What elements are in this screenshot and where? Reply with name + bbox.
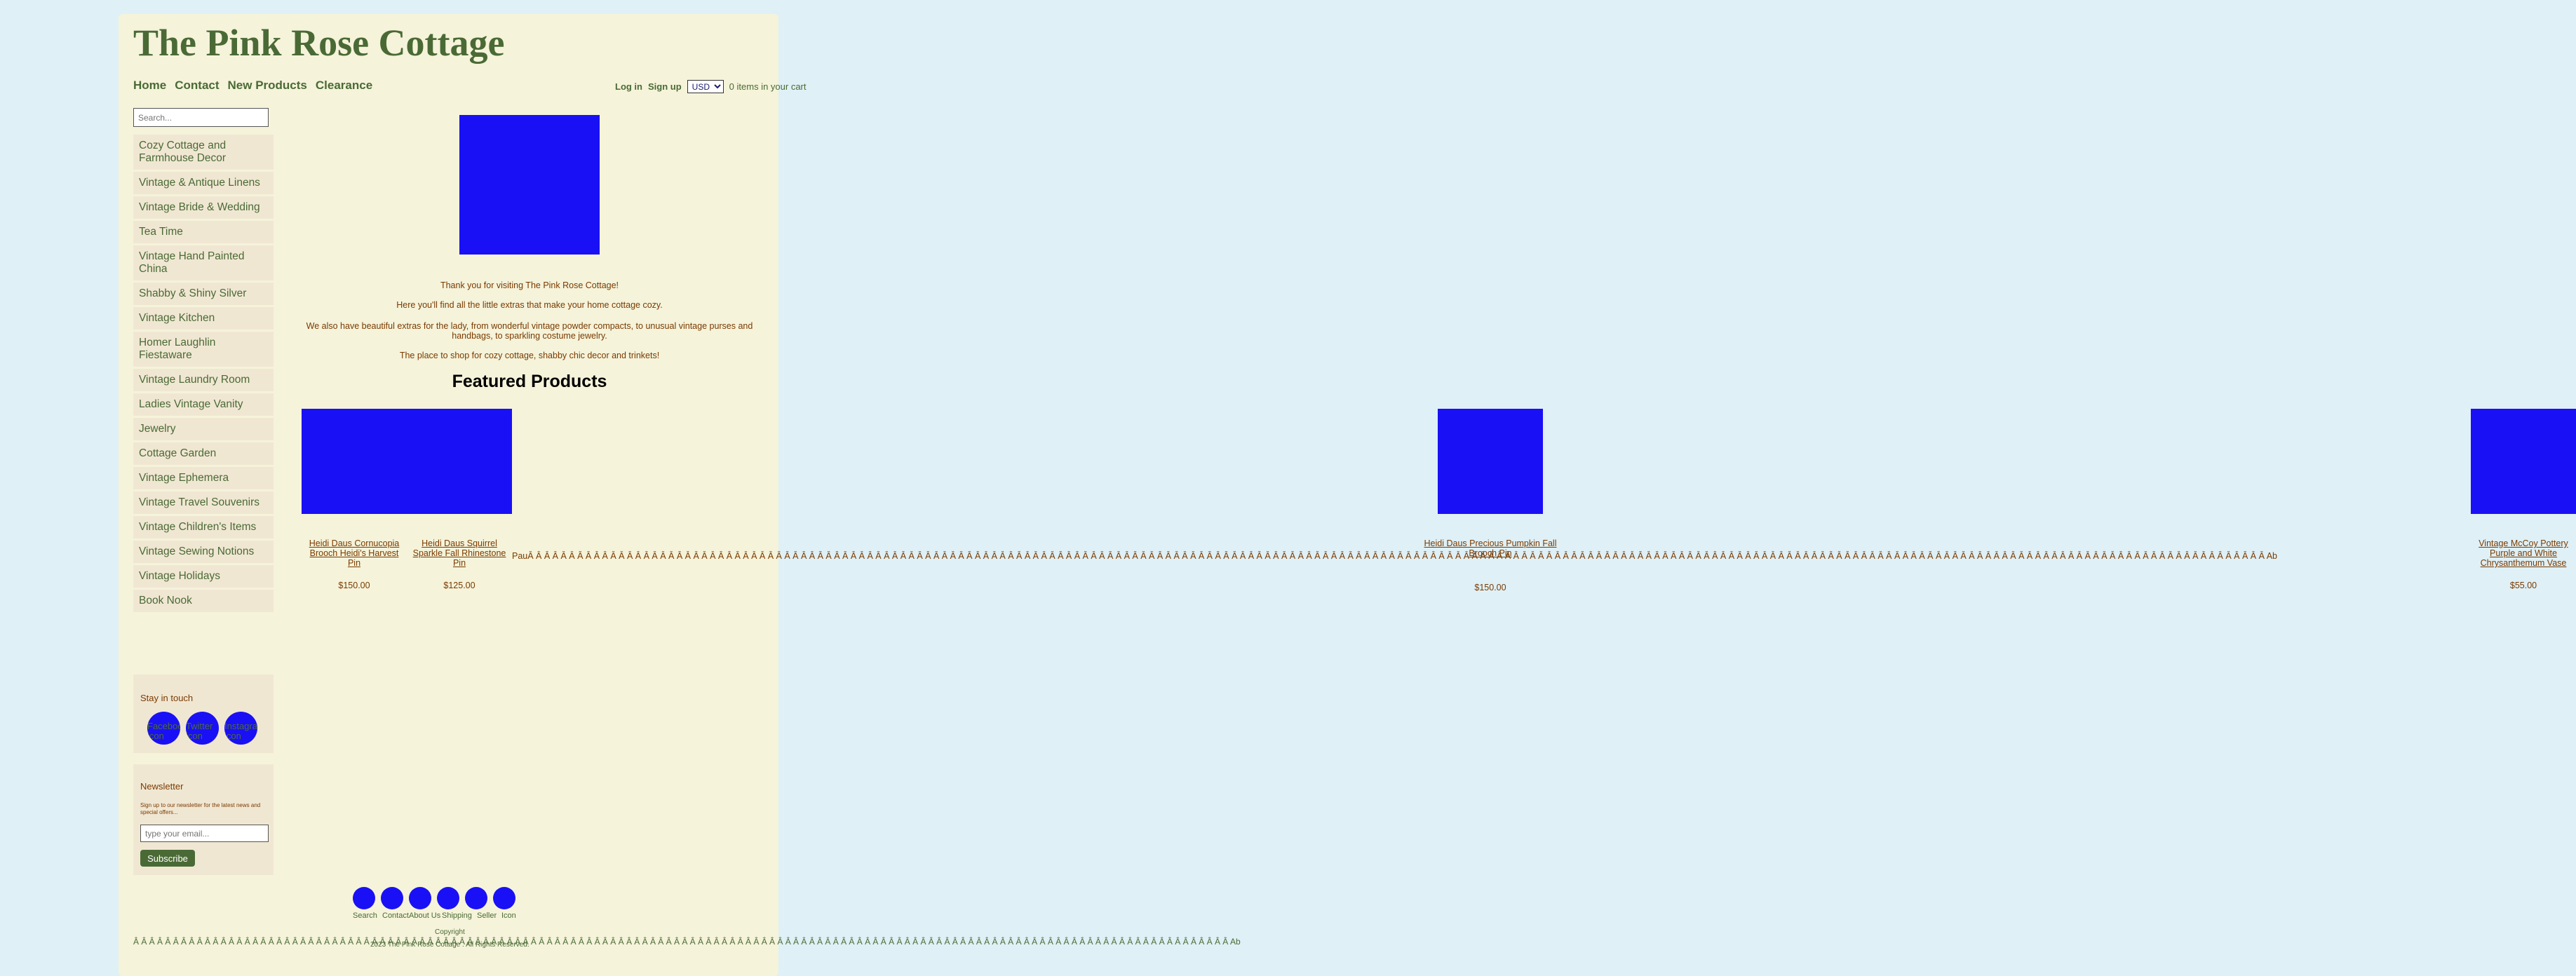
intro-line-2: Here you'll find all the little extras t… <box>396 300 663 310</box>
product-price: $150.00 <box>1474 583 1506 592</box>
category-book-nook[interactable]: Book Nook <box>133 590 274 612</box>
footer-link-label[interactable]: Icon <box>501 911 516 920</box>
newsletter: Newsletter Sign up to our newsletter for… <box>133 764 274 875</box>
category-cottage-garden[interactable]: Cottage Garden <box>133 442 274 465</box>
category-silver[interactable]: Shabby & Shiny Silver <box>133 283 274 305</box>
site-title[interactable]: The Pink Rose Cottage <box>133 21 504 65</box>
category-holidays[interactable]: Vintage Holidays <box>133 565 274 588</box>
hero-image <box>459 115 600 255</box>
product-image[interactable] <box>1438 409 1543 514</box>
category-cozy-cottage[interactable]: Cozy Cottage and Farmhouse Decor <box>133 135 274 170</box>
category-antique-linens[interactable]: Vintage & Antique Linens <box>133 172 274 194</box>
product-price: $150.00 <box>338 581 370 590</box>
category-fiestaware[interactable]: Homer Laughlin Fiestaware <box>133 332 274 367</box>
category-jewelry[interactable]: Jewelry <box>133 418 274 440</box>
category-tea-time[interactable]: Tea Time <box>133 221 274 243</box>
product-price: $55.00 <box>2509 581 2537 590</box>
product-title[interactable]: Heidi Daus Squirrel Sparkle Fall Rhinest… <box>410 538 509 568</box>
category-laundry-room[interactable]: Vintage Laundry Room <box>133 369 274 391</box>
category-hand-painted-china[interactable]: Vintage Hand Painted China <box>133 245 274 280</box>
facebook-icon[interactable]: Facebook icon <box>147 712 180 745</box>
newsletter-text: Sign up to our newsletter for the latest… <box>140 802 261 815</box>
product-image[interactable] <box>407 409 512 514</box>
product-price: $125.00 <box>443 581 476 590</box>
copyright-label: Copyright <box>435 928 465 936</box>
category-nav: Cozy Cottage and Farmhouse Decor Vintage… <box>133 135 274 614</box>
currency-select[interactable]: USD <box>687 80 724 93</box>
newsletter-heading: Newsletter <box>140 781 184 792</box>
footer-contact-icon[interactable] <box>381 887 403 909</box>
category-vanity[interactable]: Ladies Vintage Vanity <box>133 393 274 416</box>
subscribe-button[interactable]: Subscribe <box>140 850 195 867</box>
footer-link-label[interactable]: About Us <box>409 911 440 920</box>
instagram-icon-alt: Instagram icon <box>224 721 257 741</box>
footer-search-icon[interactable] <box>353 887 375 909</box>
footer-link-label[interactable]: Shipping <box>442 911 472 920</box>
search-input[interactable] <box>133 108 269 127</box>
facebook-icon-alt: Facebook icon <box>147 721 180 741</box>
footer-link-label[interactable]: Search <box>353 911 377 920</box>
category-childrens-items[interactable]: Vintage Children's Items <box>133 516 274 538</box>
copyright: Copyright 2023 The Pink Rose Cottage . A… <box>370 928 530 949</box>
category-ephemera[interactable]: Vintage Ephemera <box>133 467 274 489</box>
featured-heading: Featured Products <box>452 372 607 391</box>
account-bar: Log in Sign up USD 0 items in your cart <box>615 80 807 93</box>
instagram-icon[interactable]: Instagram icon <box>224 712 257 745</box>
twitter-icon[interactable]: Twitter icon <box>186 712 219 745</box>
product-image[interactable] <box>2471 409 2576 514</box>
nav-home[interactable]: Home <box>133 79 166 93</box>
nav-contact[interactable]: Contact <box>175 79 219 93</box>
cart-status[interactable]: 0 items in your cart <box>729 81 807 92</box>
product-title[interactable]: Heidi Daus Cornucopia Brooch Heidi's Har… <box>303 538 405 568</box>
category-travel-souvenirs[interactable]: Vintage Travel Souvenirs <box>133 492 274 514</box>
category-kitchen[interactable]: Vintage Kitchen <box>133 307 274 330</box>
footer-link-label[interactable]: Seller <box>477 911 497 920</box>
footer-shipping-icon[interactable] <box>437 887 459 909</box>
footer-about-icon[interactable] <box>409 887 431 909</box>
login-link[interactable]: Log in <box>615 81 642 92</box>
footer-extra-icon[interactable] <box>493 887 515 909</box>
footer-link-label[interactable]: Contact <box>382 911 409 920</box>
product-title[interactable]: Vintage McCoy Pottery Purple and White C… <box>2471 538 2576 568</box>
product-image[interactable] <box>302 409 407 514</box>
intro-line-4: The place to shop for cozy cottage, shab… <box>399 351 660 360</box>
intro-line-1: Thank you for visiting The Pink Rose Cot… <box>440 280 619 290</box>
stay-heading: Stay in touch <box>140 693 194 703</box>
intro-line-3: We also have beautiful extras for the la… <box>306 321 753 341</box>
nav-clearance[interactable]: Clearance <box>316 79 372 93</box>
category-sewing-notions[interactable]: Vintage Sewing Notions <box>133 541 274 563</box>
footer-seller-icon[interactable] <box>465 887 487 909</box>
footer-artifact-text: Â Â Â Â Â Â Â Â Â Â Â Â Â Â Â Â Â Â Â Â … <box>133 937 1241 947</box>
main-nav: Home Contact New Products Clearance <box>133 79 372 93</box>
category-bride-wedding[interactable]: Vintage Bride & Wedding <box>133 196 274 219</box>
nav-new-products[interactable]: New Products <box>228 79 307 93</box>
stay-in-touch: Stay in touch Facebook icon Twitter icon… <box>133 675 274 753</box>
copyright-text: 2023 The Pink Rose Cottage . All Rights … <box>370 941 530 949</box>
newsletter-email-field[interactable] <box>140 825 269 842</box>
product-title[interactable]: Heidi Daus Precious Pumpkin Fall Brooch … <box>1424 538 1557 558</box>
signup-link[interactable]: Sign up <box>648 81 682 92</box>
twitter-icon-alt: Twitter icon <box>186 721 213 741</box>
